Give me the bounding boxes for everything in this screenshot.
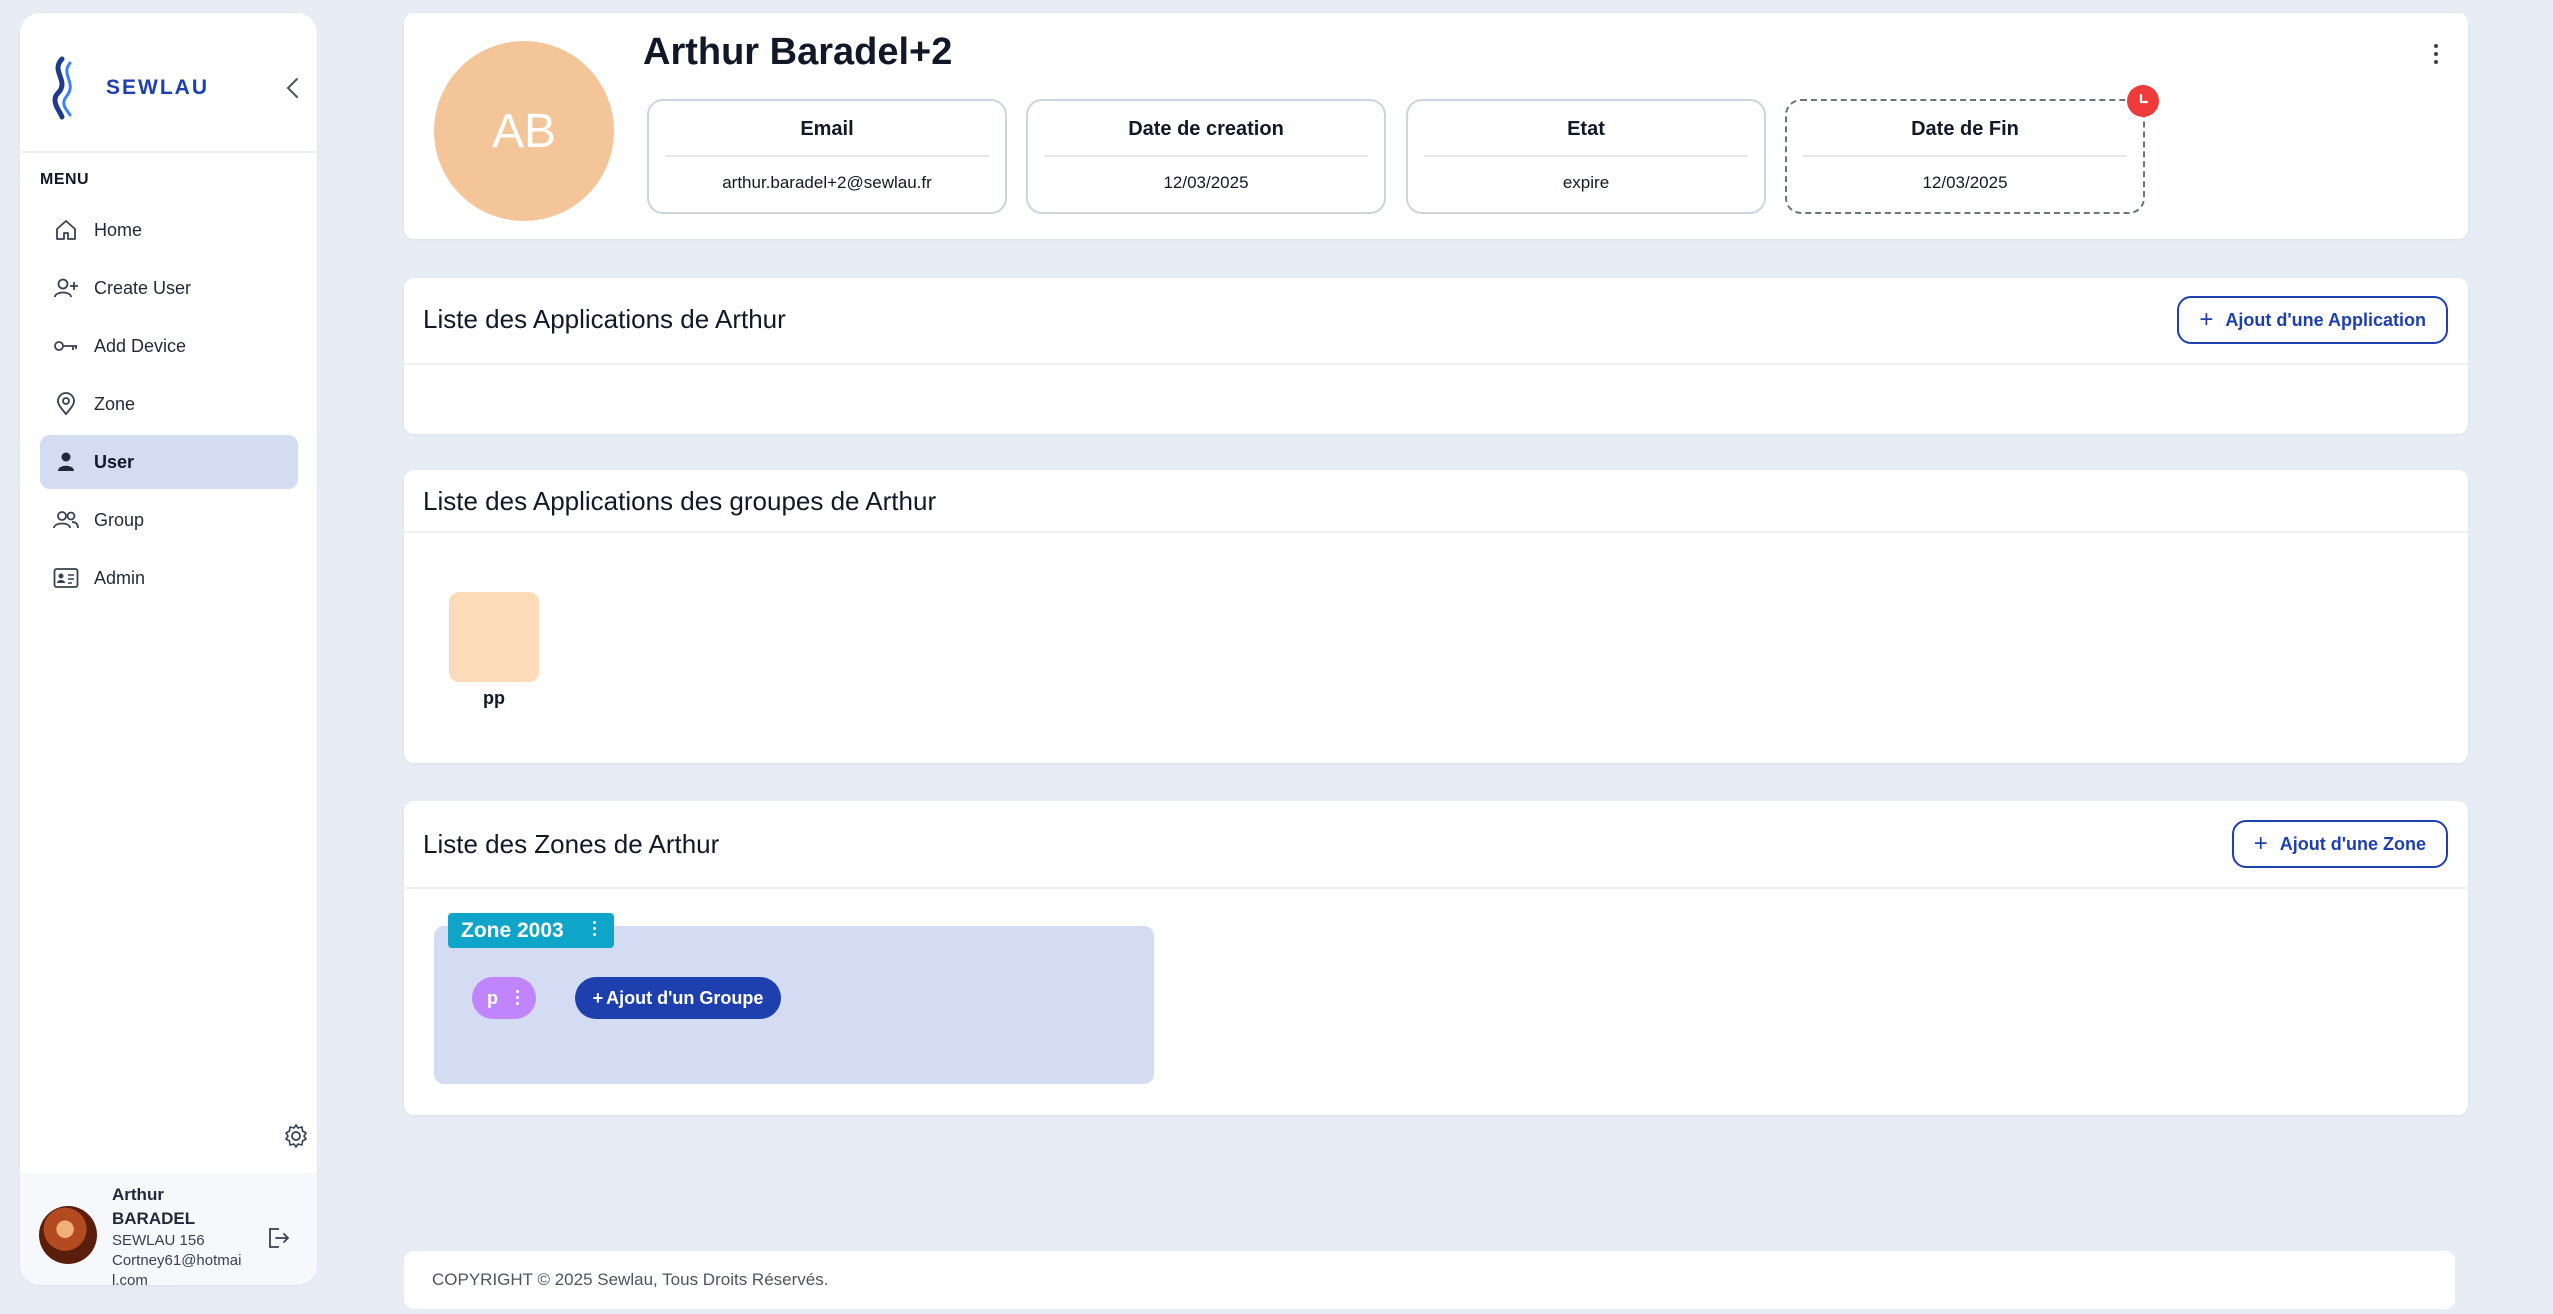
- sidebar-item-label: Admin: [94, 567, 146, 588]
- button-label: Ajout d'une Application: [2225, 309, 2426, 330]
- footer: COPYRIGHT © 2025 Sewlau, Tous Droits Rés…: [404, 1251, 2455, 1309]
- copyright-text: COPYRIGHT © 2025 Sewlau, Tous Droits Rés…: [432, 1270, 829, 1289]
- current-user-card: Arthur BARADEL SEWLAU 156 Cortney61@hotm…: [20, 1173, 317, 1289]
- info-box-state: Etat expire: [1406, 99, 1766, 214]
- info-box-email: Email arthur.baradel+2@sewlau.fr: [647, 99, 1007, 214]
- sidebar-item-user[interactable]: User: [40, 435, 298, 489]
- button-label: Ajout d'un Groupe: [606, 987, 764, 1008]
- id-card-icon: [52, 564, 80, 592]
- section-title: Liste des Applications de Arthur: [423, 304, 786, 334]
- sidebar-item-create-user[interactable]: Create User: [40, 261, 298, 315]
- zones-card: Liste des Zones de Arthur + Ajout d'une …: [404, 801, 2468, 1115]
- current-user-org: SEWLAU 156: [112, 1232, 205, 1249]
- plus-icon: +: [2199, 306, 2214, 333]
- add-application-button[interactable]: + Ajout d'une Application: [2177, 296, 2448, 344]
- current-user-name: Arthur BARADEL: [112, 1185, 196, 1228]
- sidebar: SEWLAU MENU Home Create User Add Device: [20, 13, 317, 1289]
- sidebar-item-zone[interactable]: Zone: [40, 377, 298, 431]
- map-pin-icon: [52, 390, 80, 418]
- brand-name: SEWLAU: [106, 76, 209, 99]
- divider: [404, 887, 2468, 889]
- clock-icon: [2127, 85, 2159, 117]
- users-icon: [52, 506, 80, 534]
- profile-card: AB Arthur Baradel+2 Email arthur.baradel…: [404, 13, 2468, 239]
- applications-card: Liste des Applications de Arthur + Ajout…: [404, 278, 2468, 434]
- add-zone-button[interactable]: + Ajout d'une Zone: [2231, 820, 2448, 868]
- sidebar-item-label: Zone: [94, 393, 136, 414]
- sidebar-item-label: User: [94, 451, 135, 472]
- group-applications-card: Liste des Applications des groupes de Ar…: [404, 470, 2468, 763]
- divider: [1044, 155, 1368, 157]
- info-label: Etat: [1567, 118, 1605, 140]
- sidebar-item-label: Group: [94, 509, 145, 530]
- more-options-icon[interactable]: [2426, 39, 2446, 69]
- sidebar-item-home[interactable]: Home: [40, 203, 298, 257]
- zone-name: Zone 2003: [461, 918, 564, 942]
- group-chip[interactable]: p: [472, 977, 536, 1019]
- info-value: arthur.baradel+2@sewlau.fr: [722, 173, 932, 192]
- add-group-button[interactable]: + Ajout d'un Groupe: [575, 977, 781, 1019]
- app-tile[interactable]: [449, 592, 539, 682]
- info-value: 12/03/2025: [1922, 173, 2008, 192]
- page-title: Arthur Baradel+2: [643, 31, 953, 73]
- current-user-email: Cortney61@hotmail.com: [112, 1252, 242, 1289]
- button-label: Ajout d'une Zone: [2279, 833, 2426, 854]
- info-label: Email: [800, 118, 854, 140]
- divider: [20, 151, 317, 153]
- divider: [665, 155, 989, 157]
- info-value: expire: [1562, 173, 1610, 192]
- divider: [404, 363, 2468, 365]
- divider: [404, 531, 2468, 533]
- logout-icon[interactable]: [265, 1225, 295, 1255]
- plus-icon: +: [2253, 830, 2268, 857]
- sidebar-item-label: Add Device: [94, 335, 187, 356]
- current-user-meta: SEWLAU 156 Cortney61@hotmail.com: [112, 1231, 242, 1291]
- section-title: Liste des Zones de Arthur: [423, 829, 720, 859]
- group-label: p: [487, 987, 498, 1008]
- profile-avatar: AB: [434, 41, 614, 221]
- info-label: Date de Fin: [1911, 118, 2019, 140]
- zone-options-icon[interactable]: [593, 921, 596, 936]
- home-icon: [52, 216, 80, 244]
- sidebar-item-admin[interactable]: Admin: [40, 551, 298, 605]
- logo[interactable]: SEWLAU: [40, 43, 300, 133]
- info-box-end-date[interactable]: Date de Fin 12/03/2025: [1785, 99, 2145, 214]
- avatar[interactable]: [39, 1206, 97, 1264]
- sidebar-item-add-device[interactable]: Add Device: [40, 319, 298, 373]
- zone-tag[interactable]: Zone 2003: [448, 913, 614, 948]
- app-label: pp: [483, 688, 505, 708]
- divider: [1424, 155, 1748, 157]
- sidebar-item-label: Create User: [94, 277, 192, 298]
- sidebar-item-group[interactable]: Group: [40, 493, 298, 547]
- user-icon: [52, 448, 80, 476]
- section-title: Liste des Applications des groupes de Ar…: [423, 486, 937, 516]
- divider: [1803, 155, 2127, 157]
- group-options-icon[interactable]: [516, 990, 519, 1005]
- sidebar-item-label: Home: [94, 219, 143, 240]
- info-value: 12/03/2025: [1163, 173, 1249, 192]
- user-plus-icon: [52, 274, 80, 302]
- zone-container: [434, 926, 1154, 1084]
- key-icon: [52, 332, 80, 360]
- info-label: Date de creation: [1128, 118, 1284, 140]
- sewlau-logo-icon: [52, 56, 72, 120]
- info-box-creation-date: Date de creation 12/03/2025: [1026, 99, 1386, 214]
- plus-icon: +: [592, 987, 604, 1008]
- sidebar-nav: Home Create User Add Device Zone User Gr…: [40, 203, 298, 609]
- menu-title: MENU: [40, 171, 90, 188]
- collapse-sidebar-button[interactable]: [278, 73, 308, 103]
- chevron-left-icon: [286, 78, 298, 98]
- settings-gear-icon[interactable]: [283, 1123, 313, 1153]
